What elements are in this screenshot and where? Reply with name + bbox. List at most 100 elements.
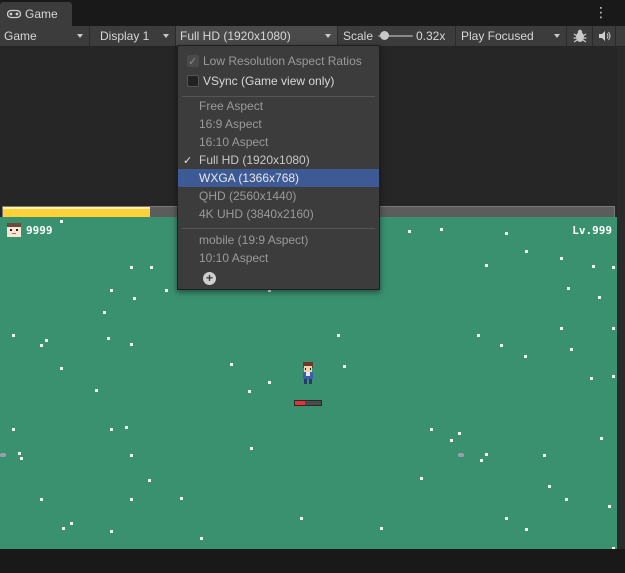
flower-decoration xyxy=(150,266,153,269)
flower-decoration xyxy=(125,426,128,429)
play-mode-value: Play Focused xyxy=(461,29,534,43)
flower-decoration xyxy=(20,457,23,460)
game-toolbar: Game Display 1 Full HD (1920x1080) Scale… xyxy=(0,26,625,47)
flower-decoration xyxy=(590,377,593,380)
flower-decoration xyxy=(248,390,251,393)
flower-decoration xyxy=(524,355,527,358)
player-health-bar xyxy=(294,400,322,406)
flower-decoration xyxy=(525,528,528,531)
flower-decoration xyxy=(18,452,21,455)
flower-decoration xyxy=(60,367,63,370)
flower-decoration xyxy=(598,296,601,299)
flower-decoration xyxy=(480,459,483,462)
flower-decoration xyxy=(458,432,461,435)
view-select[interactable]: Game xyxy=(0,26,90,46)
flower-decoration xyxy=(600,437,603,440)
flower-decoration xyxy=(608,505,611,508)
flower-decoration xyxy=(565,498,568,501)
menu-item-label: 4K UHD (3840x2160) xyxy=(199,207,314,221)
rock-decoration xyxy=(0,453,6,457)
flower-decoration xyxy=(107,337,110,340)
chevron-down-icon xyxy=(163,34,169,38)
gamepad-icon xyxy=(7,9,21,19)
flower-decoration xyxy=(130,498,133,501)
more-options-icon[interactable]: ⋮ xyxy=(594,5,608,19)
view-edge xyxy=(617,47,625,549)
scale-slider-handle[interactable] xyxy=(380,31,389,40)
menu-item-free-aspect[interactable]: Free Aspect xyxy=(178,97,379,115)
menu-separator xyxy=(182,228,375,229)
flower-decoration xyxy=(612,266,615,269)
menu-item-16-10[interactable]: 16:10 Aspect xyxy=(178,133,379,151)
flower-decoration xyxy=(95,389,98,392)
flower-decoration xyxy=(612,375,615,378)
flower-decoration xyxy=(337,334,340,337)
player-character xyxy=(303,362,313,384)
menu-item-full-hd[interactable]: ✓ Full HD (1920x1080) xyxy=(178,151,379,169)
flower-decoration xyxy=(380,527,383,530)
mute-audio-button[interactable] xyxy=(594,26,616,46)
menu-item-wxga[interactable]: WXGA (1366x768) xyxy=(178,169,379,187)
flower-decoration xyxy=(250,447,253,450)
flower-decoration xyxy=(40,498,43,501)
toolbar-overflow[interactable] xyxy=(617,26,625,46)
flower-decoration xyxy=(70,522,73,525)
tab-game[interactable]: Game xyxy=(0,2,72,26)
flower-decoration xyxy=(110,289,113,292)
flower-decoration xyxy=(525,250,528,253)
check-icon: ✓ xyxy=(183,154,193,167)
scale-value: 0.32x xyxy=(416,29,446,43)
view-select-value: Game xyxy=(4,29,37,43)
checkbox-unchecked xyxy=(187,75,199,87)
flower-decoration xyxy=(133,297,136,300)
aspect-ratio-menu: ✓ Low Resolution Aspect Ratios VSync (Ga… xyxy=(177,45,380,290)
flower-decoration xyxy=(440,228,443,231)
display-select[interactable]: Display 1 xyxy=(96,26,176,46)
play-mode-select[interactable]: Play Focused xyxy=(457,26,567,46)
flower-decoration xyxy=(130,266,133,269)
flower-decoration xyxy=(200,537,203,540)
tab-bar: Game ⋮ xyxy=(0,0,625,27)
display-select-value: Display 1 xyxy=(100,29,150,43)
flower-decoration xyxy=(560,257,563,260)
vsync-toggle[interactable]: VSync (Game view only) xyxy=(178,72,379,90)
resolution-select[interactable]: Full HD (1920x1080) xyxy=(176,26,338,46)
flower-decoration xyxy=(130,454,133,457)
flower-decoration xyxy=(268,381,271,384)
chevron-down-icon xyxy=(77,34,83,38)
menu-item-4k-uhd[interactable]: 4K UHD (3840x2160) xyxy=(178,205,379,223)
flower-decoration xyxy=(12,334,15,337)
flower-decoration xyxy=(408,230,411,233)
menu-item-label: WXGA (1366x768) xyxy=(199,171,300,185)
menu-item-label: Full HD (1920x1080) xyxy=(199,153,310,167)
flower-decoration xyxy=(103,311,106,314)
speaker-icon xyxy=(599,31,611,41)
flower-decoration xyxy=(570,348,573,351)
menu-item-label: 10:10 Aspect xyxy=(199,251,269,265)
gold-counter: 9999 xyxy=(26,224,53,237)
flower-decoration xyxy=(110,530,113,533)
low-res-aspect-toggle[interactable]: ✓ Low Resolution Aspect Ratios xyxy=(178,52,379,70)
chevron-down-icon xyxy=(554,34,560,38)
menu-item-16-9[interactable]: 16:9 Aspect xyxy=(178,115,379,133)
flower-decoration xyxy=(62,527,65,530)
chevron-down-icon xyxy=(325,34,331,38)
flower-decoration xyxy=(560,327,563,330)
flower-decoration xyxy=(592,265,595,268)
flower-decoration xyxy=(12,428,15,431)
scale-label: Scale xyxy=(343,29,374,43)
flower-decoration xyxy=(450,439,453,442)
add-aspect-icon[interactable]: + xyxy=(203,272,216,285)
flower-decoration xyxy=(505,232,508,235)
menu-item-mobile[interactable]: mobile (19:9 Aspect) xyxy=(178,231,379,249)
flower-decoration xyxy=(543,454,546,457)
flower-decoration xyxy=(45,339,48,342)
check-icon: ✓ xyxy=(188,55,198,68)
flower-decoration xyxy=(612,547,615,549)
menu-item-label: Free Aspect xyxy=(199,99,264,113)
flower-decoration xyxy=(505,517,508,520)
menu-item-10-10[interactable]: 10:10 Aspect xyxy=(178,249,379,267)
stats-button[interactable] xyxy=(568,26,593,46)
menu-item-qhd[interactable]: QHD (2560x1440) xyxy=(178,187,379,205)
flower-decoration xyxy=(500,344,503,347)
